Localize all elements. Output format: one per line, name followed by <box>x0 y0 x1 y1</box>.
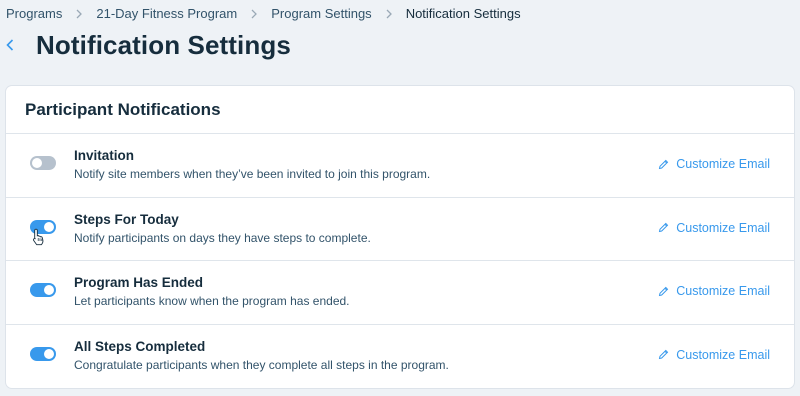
notification-title: All Steps Completed <box>74 338 206 354</box>
page-header: Notification Settings <box>6 28 291 62</box>
customize-email-button[interactable]: Customize Email <box>658 284 770 298</box>
customize-email-label: Customize Email <box>676 157 770 171</box>
notification-description: Notify site members when they’ve been in… <box>74 167 431 181</box>
notification-title: Invitation <box>74 148 134 163</box>
program-has-ended-toggle[interactable] <box>30 283 56 297</box>
customize-email-label: Customize Email <box>676 220 770 235</box>
section-title: Participant Notifications <box>6 86 794 134</box>
hand-pointer-icon <box>33 228 44 245</box>
customize-email-label: Customize Email <box>676 284 770 298</box>
pencil-icon <box>659 349 669 360</box>
notification-row-steps-for-today: Steps For Today Notify participants on d… <box>6 198 794 261</box>
breadcrumb: Programs 21-Day Fitness Program Program … <box>6 6 521 21</box>
chevron-left-icon <box>6 39 14 51</box>
breadcrumb-item-current: Notification Settings <box>405 6 521 21</box>
notification-row-all-steps-completed: All Steps Completed Congratulate partici… <box>6 325 794 389</box>
notification-row-program-has-ended: Program Has Ended Let participants know … <box>6 261 794 325</box>
notification-row-invitation: Invitation Notify site members when they… <box>6 134 794 198</box>
customize-email-button[interactable]: Customize Email <box>658 157 770 171</box>
customize-email-label: Customize Email <box>676 347 770 362</box>
notification-description: Congratulate participants when they comp… <box>74 357 449 372</box>
chevron-right-icon <box>237 9 271 19</box>
customize-email-button[interactable]: Customize Email <box>658 348 770 362</box>
chevron-right-icon <box>372 9 406 19</box>
notification-description: Notify participants on days they have st… <box>74 230 371 245</box>
toggle-knob <box>44 285 54 295</box>
back-button[interactable] <box>6 28 24 62</box>
pencil-icon <box>659 286 669 296</box>
chevron-right-icon <box>62 9 96 19</box>
page-title: Notification Settings <box>36 29 291 60</box>
breadcrumb-item-program[interactable]: 21-Day Fitness Program <box>96 6 237 21</box>
pencil-icon <box>659 222 669 233</box>
customize-email-button[interactable]: Customize Email <box>658 221 770 235</box>
notification-description: Let participants know when the program h… <box>74 294 350 308</box>
breadcrumb-item-programs[interactable]: Programs <box>6 6 62 21</box>
toggle-knob <box>32 158 42 168</box>
all-steps-completed-toggle[interactable] <box>30 346 56 361</box>
toggle-knob <box>44 348 54 359</box>
pencil-icon <box>659 159 669 169</box>
breadcrumb-item-program-settings[interactable]: Program Settings <box>271 6 371 21</box>
invitation-toggle[interactable] <box>30 156 56 170</box>
participant-notifications-card: Participant Notifications Invitation Not… <box>6 86 794 388</box>
notification-title: Program Has Ended <box>74 275 204 290</box>
notification-title: Steps For Today <box>74 211 179 227</box>
